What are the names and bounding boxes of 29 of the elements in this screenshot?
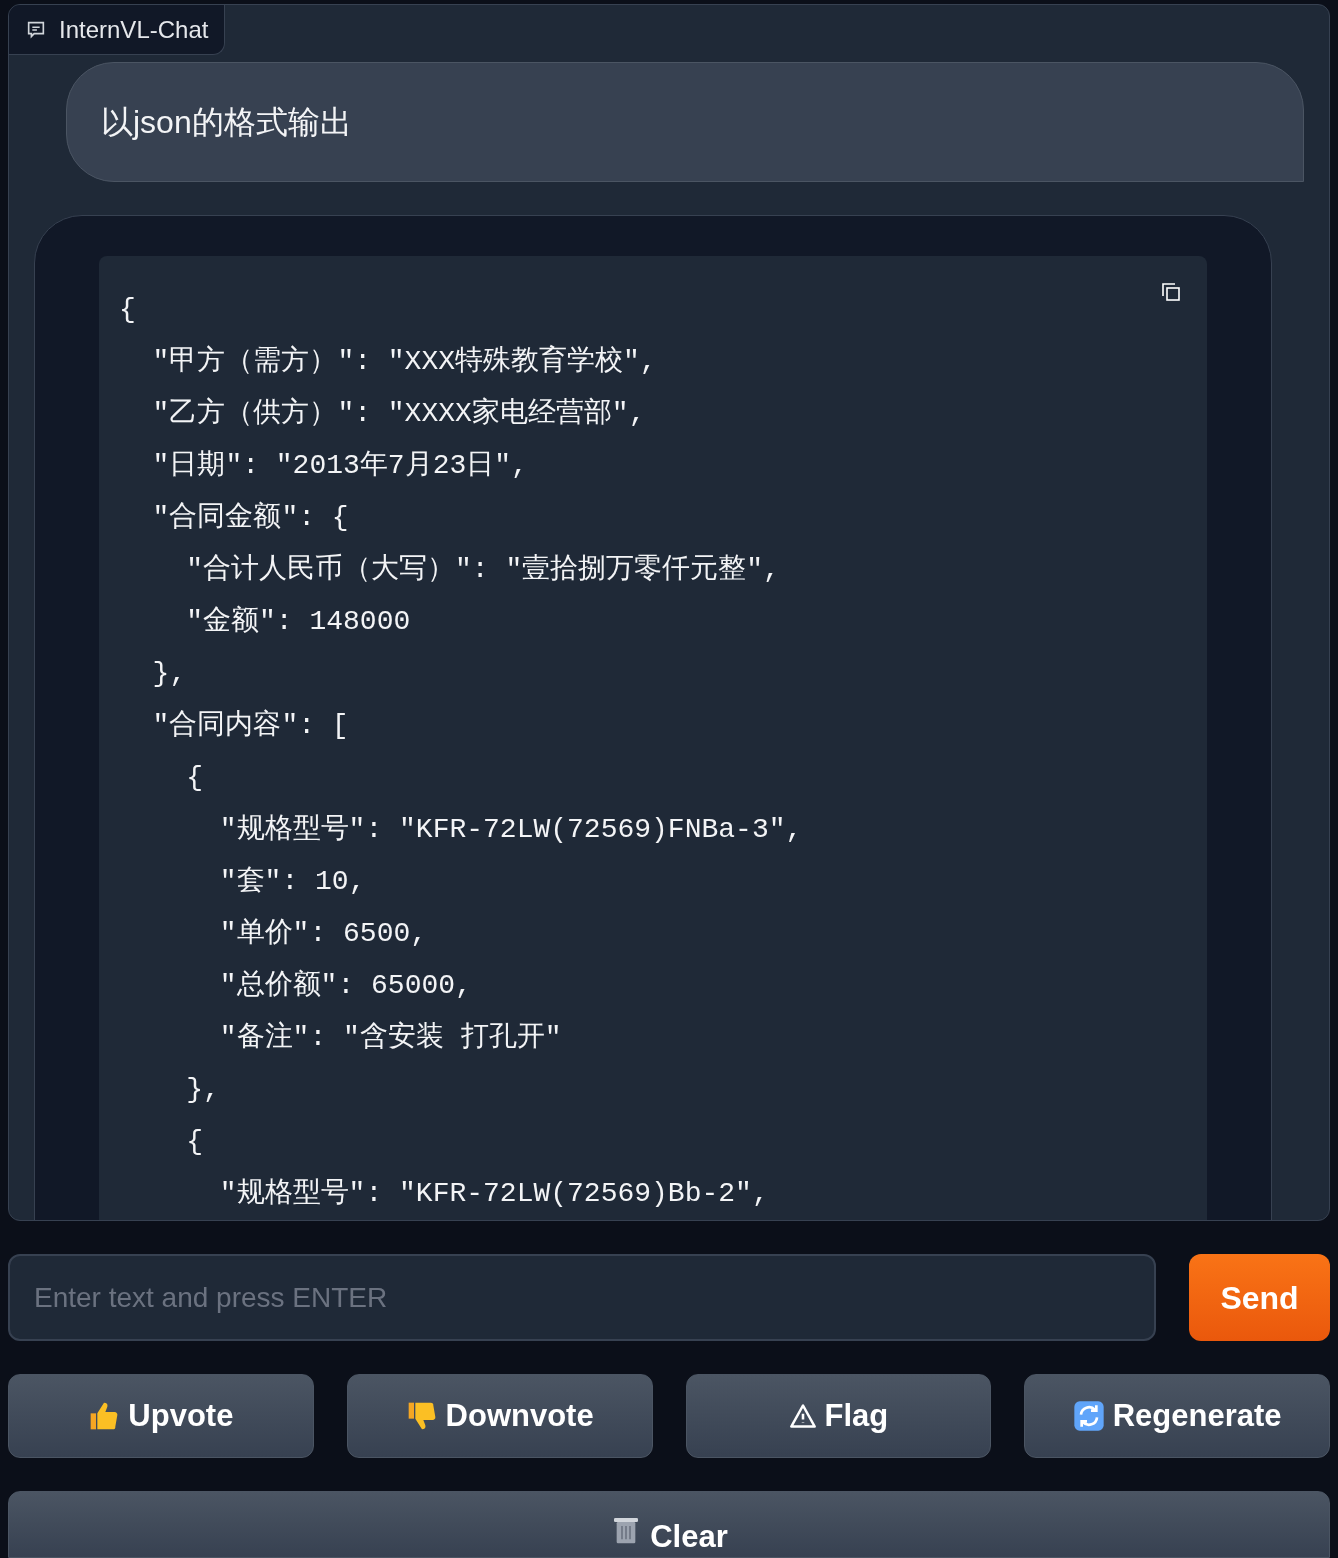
- clear-button[interactable]: Clear: [8, 1491, 1330, 1558]
- message-input[interactable]: Enter text and press ENTER: [8, 1254, 1156, 1341]
- code-line: },: [151, 658, 187, 689]
- code-line: "套": 10,: [218, 866, 366, 897]
- action-button[interactable]: Flag: [685, 1374, 992, 1458]
- code-line: "乙方（供方）": "XXXX家电经营部",: [151, 398, 646, 429]
- code-line: {: [185, 1126, 203, 1157]
- code-line: },: [185, 1074, 220, 1105]
- code-line: "合同内容": [: [151, 710, 349, 741]
- warning-icon: [788, 1402, 817, 1430]
- code-line: "单价": 6500,: [218, 918, 428, 949]
- code-line: "备注": "含安装 打孔开": [218, 1022, 562, 1053]
- code-line: "合计人民币（大写）": "壹拾捌万零仟元整",: [185, 554, 780, 585]
- code-line: "金额": 148000: [185, 606, 411, 637]
- code-line: "合同金额": {: [151, 502, 349, 533]
- copy-icon[interactable]: [1159, 280, 1183, 304]
- code-line: "甲方（需方）": "XXX特殊教育学校",: [151, 346, 657, 377]
- message-text: 以json的格式输出: [101, 103, 352, 142]
- action-button[interactable]: Regenerate: [1024, 1374, 1330, 1458]
- code-line: "日期": "2013年7月23日",: [151, 450, 528, 481]
- code-line: "总价额": 65000,: [218, 970, 472, 1001]
- chatbot-title: InternVL-Chat: [59, 14, 209, 45]
- action-button[interactable]: Upvote: [8, 1374, 314, 1458]
- refresh-icon: [1072, 1400, 1105, 1432]
- code-line: "规格型号": "KFR-72LW(72569)Bb-2",: [218, 1178, 769, 1209]
- code-line: {: [185, 762, 203, 793]
- code-line: {: [119, 294, 136, 325]
- code-line: "规格型号": "KFR-72LW(72569)FNBa-3",: [218, 814, 803, 845]
- action-button[interactable]: Downvote: [346, 1374, 653, 1458]
